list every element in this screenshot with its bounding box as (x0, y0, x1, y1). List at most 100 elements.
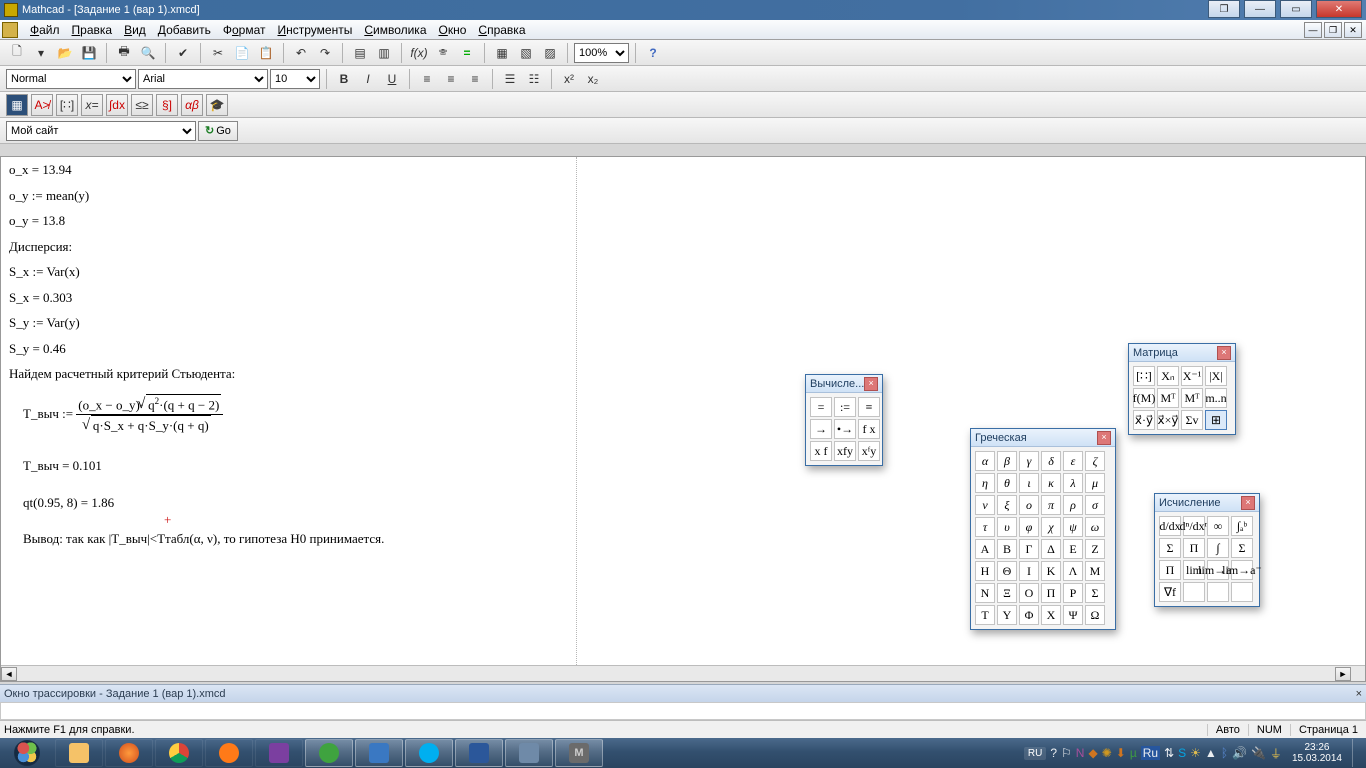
align-right-button[interactable]: ≡ (464, 68, 486, 90)
menu-insert[interactable]: Добавить (152, 21, 217, 39)
palette-cell[interactable]: ∫ (1207, 538, 1229, 558)
fx-button[interactable]: f(x) (408, 42, 430, 64)
new-button[interactable]: 🗋 (6, 42, 28, 64)
menu-symbolic[interactable]: Символика (358, 21, 432, 39)
minimize-button[interactable]: ― (1244, 0, 1276, 18)
task-mathcad[interactable]: M (555, 739, 603, 767)
tray-wifi-icon[interactable]: ⏚ (1270, 745, 1282, 762)
palette-cell[interactable]: ⊞ (1205, 410, 1227, 430)
bullets-button[interactable]: ☰ (499, 68, 521, 90)
palette-greek-close-button[interactable]: × (1097, 431, 1111, 445)
palette-cell[interactable]: Λ (1063, 561, 1083, 581)
palette-cell[interactable]: ρ (1063, 495, 1083, 515)
palette-cell[interactable]: ι (1019, 473, 1039, 493)
italic-button[interactable]: I (357, 68, 379, 90)
component-button[interactable]: ▦ (491, 42, 513, 64)
palette-matrix-close-button[interactable]: × (1217, 346, 1231, 360)
tray-app-icon[interactable]: N (1076, 746, 1085, 760)
tray-help-icon[interactable]: ? (1050, 746, 1057, 760)
maximize-button[interactable]: ▭ (1280, 0, 1312, 18)
menu-view[interactable]: Вид (118, 21, 152, 39)
palette-cell[interactable]: Ε (1063, 539, 1083, 559)
trace-close-button[interactable]: × (1356, 688, 1362, 700)
spellcheck-button[interactable]: ✔ (172, 42, 194, 64)
palette-cell[interactable]: f(M) (1133, 388, 1155, 408)
palette-cell[interactable]: Η (975, 561, 995, 581)
tray-flag-icon[interactable]: ⚐ (1061, 746, 1072, 760)
palette-cell[interactable]: = (810, 397, 832, 417)
superscript-button[interactable]: x² (558, 68, 580, 90)
palette-cell[interactable]: ∞ (1207, 516, 1229, 536)
tray-net-icon[interactable]: ⇅ (1164, 746, 1174, 760)
palette-cell[interactable] (1231, 582, 1253, 602)
menu-window[interactable]: Окно (433, 21, 473, 39)
palette-cell[interactable]: lim→a⁻ (1231, 560, 1253, 580)
hyperlink-button[interactable]: ▨ (539, 42, 561, 64)
calculator-palette-button[interactable]: ▦ (6, 94, 28, 116)
palette-cell[interactable]: Χ (1041, 605, 1061, 625)
palette-cell[interactable]: θ (997, 473, 1017, 493)
palette-cell[interactable]: σ (1085, 495, 1105, 515)
palette-cell[interactable]: Π (1041, 583, 1061, 603)
palette-cell[interactable]: ω (1085, 517, 1105, 537)
preview-button[interactable]: 🔍 (137, 42, 159, 64)
reference-button[interactable]: ▧ (515, 42, 537, 64)
align-left-button[interactable]: ≡ (416, 68, 438, 90)
mdi-close-button[interactable]: ✕ (1344, 22, 1362, 38)
palette-calculus-close-button[interactable]: × (1241, 496, 1255, 510)
palette-cell[interactable]: Ι (1019, 561, 1039, 581)
palette-cell[interactable]: Σ (1085, 583, 1105, 603)
unit-button[interactable]: 🕾 (432, 42, 454, 64)
palette-cell[interactable]: β (997, 451, 1017, 471)
graph-palette-button[interactable]: A≯ (31, 94, 53, 116)
palette-cell[interactable]: xfy (834, 441, 856, 461)
fontsize-select[interactable]: 10 (270, 69, 320, 89)
palette-cell[interactable]: Μ (1085, 561, 1105, 581)
horizontal-scrollbar[interactable]: ◄ ► (1, 665, 1365, 681)
palette-cell[interactable]: ζ (1085, 451, 1105, 471)
undo-button[interactable]: ↶ (290, 42, 312, 64)
print-button[interactable]: 🖶 (113, 42, 135, 64)
palette-cell[interactable]: ≡ (858, 397, 880, 417)
palette-cell[interactable]: α (975, 451, 995, 471)
palette-cell[interactable]: Ψ (1063, 605, 1083, 625)
palette-cell[interactable]: Xₙ (1157, 366, 1179, 386)
style-select[interactable]: Normal (6, 69, 136, 89)
palette-cell[interactable]: dⁿ/dxⁿ (1183, 516, 1205, 536)
palette-cell[interactable]: → (810, 419, 832, 439)
palette-cell[interactable]: •→ (834, 419, 856, 439)
palette-cell[interactable]: x⃗×y⃗ (1157, 410, 1179, 430)
palette-cell[interactable]: λ (1063, 473, 1083, 493)
tray-skype-icon[interactable]: S (1178, 746, 1186, 760)
palette-cell[interactable]: Ξ (997, 583, 1017, 603)
matrix-palette-button[interactable]: [∷] (56, 94, 78, 116)
palette-cell[interactable]: τ (975, 517, 995, 537)
palette-cell[interactable]: Φ (1019, 605, 1039, 625)
palette-cell[interactable]: [∷] (1133, 366, 1155, 386)
palette-cell[interactable]: X⁻¹ (1181, 366, 1203, 386)
palette-cell[interactable]: m..n (1205, 388, 1227, 408)
numbered-button[interactable]: ☷ (523, 68, 545, 90)
trace-window-bar[interactable]: Окно трассировки - Задание 1 (вар 1).xmc… (0, 684, 1366, 702)
palette-cell[interactable]: Ν (975, 583, 995, 603)
task-wmp[interactable] (205, 739, 253, 767)
palette-cell[interactable]: Π (1159, 560, 1181, 580)
task-app1[interactable] (355, 739, 403, 767)
palette-cell[interactable]: ε (1063, 451, 1083, 471)
go-button[interactable]: ↻ Go (198, 121, 238, 141)
palette-cell[interactable]: Α (975, 539, 995, 559)
palette-cell[interactable]: δ (1041, 451, 1061, 471)
palette-evaluation-close-button[interactable]: × (864, 377, 878, 391)
palette-calculus[interactable]: Исчисление × d/dxdⁿ/dxⁿ∞∫ₐᵇΣΠ∫ΣΠlimlim→a… (1154, 493, 1260, 607)
task-skype[interactable] (405, 739, 453, 767)
font-select[interactable]: Arial (138, 69, 268, 89)
copy-button[interactable]: 📄 (231, 42, 253, 64)
palette-cell[interactable]: Θ (997, 561, 1017, 581)
palette-cell[interactable]: μ (1085, 473, 1105, 493)
palette-greek[interactable]: Греческая × αβγδεζηθικλμνξοπρστυφχψωΑΒΓΔ… (970, 428, 1116, 630)
palette-cell[interactable]: xᶠy (858, 441, 880, 461)
palette-cell[interactable]: κ (1041, 473, 1061, 493)
palette-cell[interactable]: ν (975, 495, 995, 515)
palette-cell[interactable]: χ (1041, 517, 1061, 537)
palette-cell[interactable]: Σv (1181, 410, 1203, 430)
